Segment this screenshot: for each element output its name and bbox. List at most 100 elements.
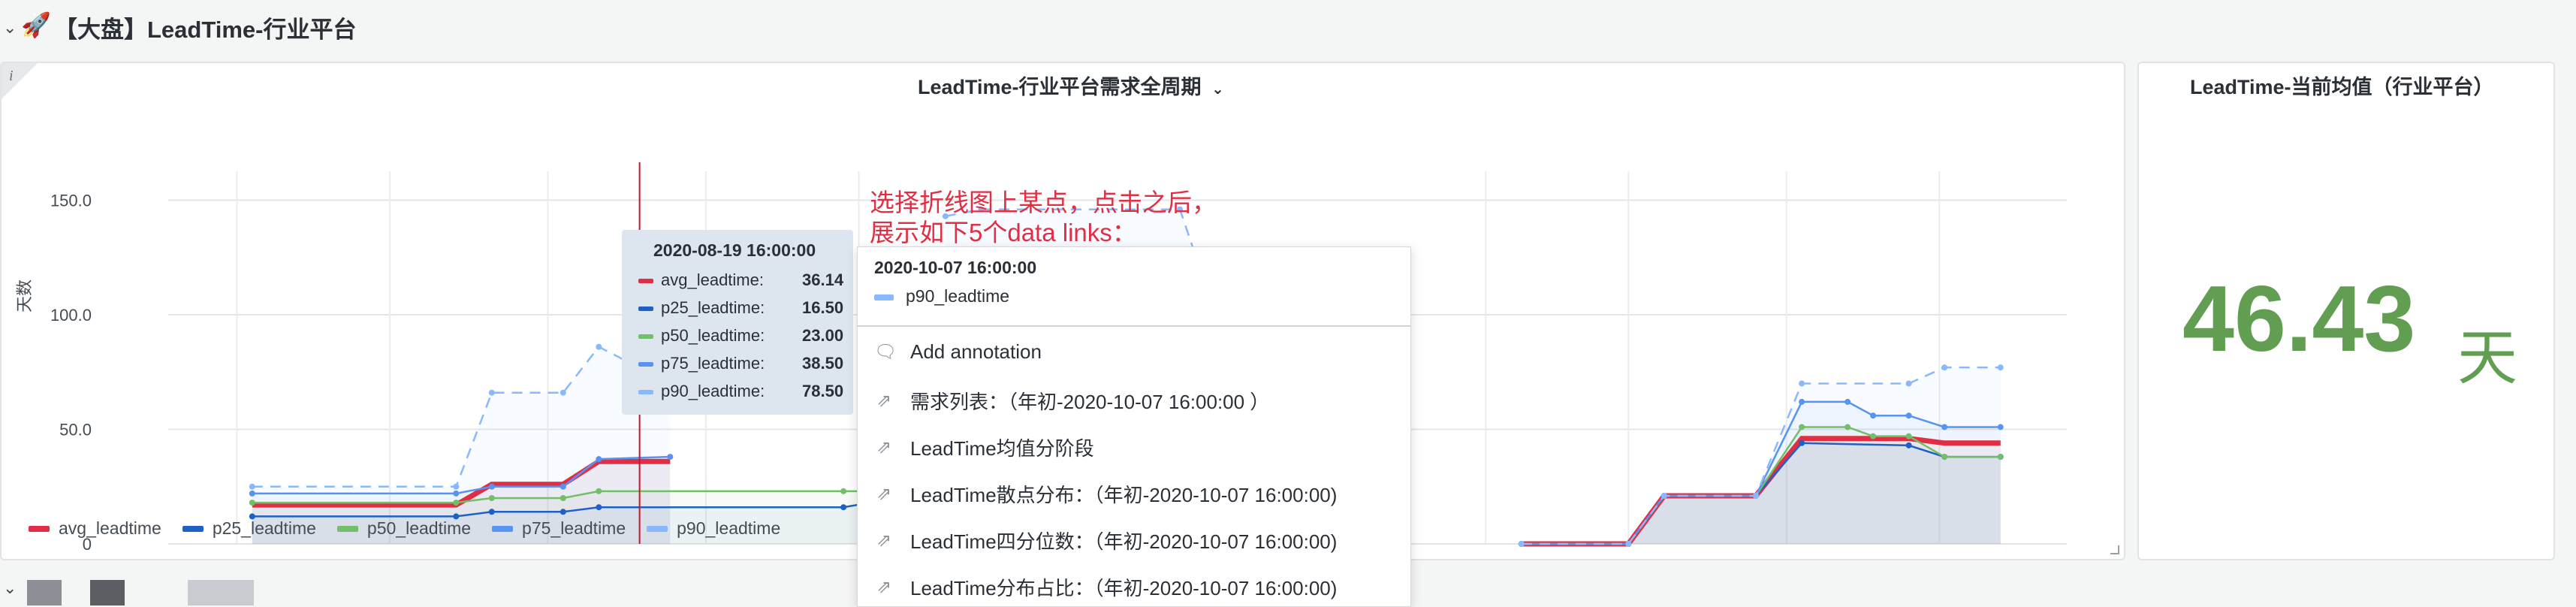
p25_leadtime-point bbox=[488, 509, 495, 515]
p75_leadtime-point bbox=[1845, 398, 1851, 405]
p90_leadtime-point bbox=[1799, 380, 1805, 387]
x-tick-label: 2020-09-01 bbox=[664, 556, 749, 559]
resize-handle[interactable] bbox=[2110, 545, 2119, 554]
legend-swatch bbox=[492, 525, 514, 532]
tooltip-series-name: avg_leadtime: bbox=[661, 270, 764, 289]
tooltip-swatch bbox=[638, 307, 653, 312]
data-link-item[interactable]: ⇗ 需求列表：（年初-2020-10-07 16:00:00 ） bbox=[874, 387, 1269, 415]
p50_leadtime-point bbox=[840, 488, 847, 494]
hover-tooltip: 2020-08-19 16:00:00 avg_leadtime: 36.14 p2… bbox=[622, 230, 853, 415]
menu-series-name: p90_leadtime bbox=[906, 286, 1010, 306]
tooltip-swatch bbox=[638, 390, 653, 395]
stat-panel: LeadTime-当前均值（行业平台） 46.43 天 bbox=[2137, 62, 2555, 560]
p25_leadtime-point bbox=[1799, 439, 1805, 446]
p75_leadtime-point bbox=[596, 456, 602, 463]
tooltip-value: 36.14 bbox=[802, 270, 844, 289]
tooltip-series-name: p90_leadtime: bbox=[661, 382, 765, 400]
p50_leadtime-point bbox=[488, 495, 495, 501]
p75_leadtime-point bbox=[1905, 412, 1912, 419]
redacted-block bbox=[27, 580, 62, 605]
tooltip-value: 16.50 bbox=[802, 298, 844, 317]
legend-item[interactable]: p75_leadtime bbox=[492, 518, 626, 539]
p50_leadtime-point bbox=[1941, 454, 1948, 461]
row-title[interactable]: 【大盘】LeadTime-行业平台 bbox=[54, 11, 356, 44]
p75_leadtime-point bbox=[1997, 424, 2004, 430]
p50_leadtime-point bbox=[560, 495, 566, 501]
legend-item[interactable]: p90_leadtime bbox=[647, 518, 780, 539]
x-tick-label: 2021-05-01 bbox=[1897, 556, 1982, 559]
y-axis-label: 天数 bbox=[15, 279, 34, 313]
tooltip-row: p25_leadtime: 16.50 bbox=[638, 298, 849, 318]
data-link-item[interactable]: ⇗ LeadTime散点分布：（年初-2020-10-07 16:00:00) bbox=[874, 480, 1337, 508]
tooltip-series-name: p25_leadtime: bbox=[661, 298, 765, 317]
y-tick-label: 100.0 bbox=[50, 306, 92, 325]
dashboard-row-header-2[interactable]: ⌄ bbox=[0, 572, 2576, 605]
legend-item[interactable]: p25_leadtime bbox=[182, 518, 316, 539]
menu-item-label: Add annotation bbox=[910, 340, 1042, 363]
p50_leadtime-point bbox=[1905, 433, 1912, 439]
tooltip-time: 2020-08-19 16:00:00 bbox=[653, 240, 816, 260]
p50_leadtime-point bbox=[453, 500, 460, 506]
x-tick-label: 2020-08-01 bbox=[505, 556, 590, 559]
tooltip-swatch bbox=[638, 279, 653, 284]
chevron-down-icon: ⌄ bbox=[1211, 81, 1224, 98]
tooltip-swatch bbox=[638, 334, 653, 340]
p75_leadtime-point bbox=[667, 454, 674, 461]
panel-info-corner[interactable] bbox=[2, 63, 38, 99]
p75_leadtime-point bbox=[488, 483, 495, 490]
p50_leadtime-point bbox=[1997, 454, 2004, 461]
legend-label: p25_leadtime bbox=[212, 518, 316, 538]
data-link-item[interactable]: ⇗ LeadTime四分位数：（年初-2020-10-07 16:00:00) bbox=[874, 527, 1337, 554]
p90_leadtime-point bbox=[596, 343, 602, 350]
data-links-menu: 2020-10-07 16:00:00 p90_leadtime 🗨 Add an… bbox=[857, 246, 1411, 607]
menu-item-label: LeadTime均值分阶段 bbox=[910, 437, 1094, 460]
tooltip-value: 78.50 bbox=[802, 382, 844, 400]
chevron-down-icon[interactable]: ⌄ bbox=[3, 18, 17, 38]
tooltip-row: p50_leadtime: 23.00 bbox=[638, 326, 849, 346]
chart-legend: avg_leadtime p25_leadtime p50_leadtime p75_… bbox=[29, 518, 780, 539]
p75_leadtime-point bbox=[560, 483, 566, 490]
comment-icon: 🗨 bbox=[874, 341, 897, 362]
stat-value: 46.43 bbox=[2182, 267, 2416, 371]
annotation-line-1: 选择折线图上某点，点击之后， bbox=[870, 189, 1217, 216]
dashboard-row-header[interactable]: ⌄ 🚀 【大盘】LeadTime-行业平台 bbox=[0, 0, 2576, 54]
legend-item[interactable]: avg_leadtime bbox=[29, 518, 161, 539]
redacted-block bbox=[188, 580, 254, 605]
x-tick-label: 2020-07-01 bbox=[348, 556, 433, 559]
series-swatch bbox=[874, 294, 894, 300]
tooltip-value: 38.50 bbox=[802, 354, 844, 373]
stat-panel-title[interactable]: LeadTime-当前均值（行业平台） bbox=[2190, 71, 2494, 100]
tooltip-series-name: p75_leadtime: bbox=[661, 354, 765, 373]
info-icon[interactable]: i bbox=[9, 68, 14, 85]
add-annotation-item[interactable]: 🗨 Add annotation bbox=[874, 340, 1042, 364]
chevron-down-icon[interactable]: ⌄ bbox=[3, 578, 17, 598]
legend-item[interactable]: p50_leadtime bbox=[336, 518, 472, 539]
panel-title[interactable]: LeadTime-行业平台需求全周期 ⌄ bbox=[918, 71, 1224, 100]
external-link-icon: ⇗ bbox=[876, 436, 892, 458]
legend-swatch bbox=[336, 525, 358, 532]
p90_leadtime-point bbox=[560, 389, 566, 396]
p50_leadtime-point bbox=[249, 500, 255, 506]
p50_leadtime-point bbox=[596, 488, 602, 494]
y-tick-label: 50.0 bbox=[59, 421, 92, 439]
rocket-icon: 🚀 bbox=[21, 11, 51, 38]
menu-item-label: LeadTime四分位数：（年初-2020-10-07 16:00:00) bbox=[910, 530, 1338, 553]
data-link-item[interactable]: ⇗ LeadTime均值分阶段 bbox=[874, 433, 1094, 461]
x-tick-label: 2020-06-01 bbox=[195, 556, 279, 559]
p90_leadtime-point bbox=[1661, 492, 1667, 499]
menu-item-label: 需求列表：（年初-2020-10-07 16:00:00 ） bbox=[910, 391, 1270, 413]
menu-item-label: LeadTime散点分布：（年初-2020-10-07 16:00:00) bbox=[910, 484, 1338, 506]
p90_leadtime-point bbox=[488, 389, 495, 396]
p75_leadtime-point bbox=[1941, 424, 1948, 430]
tooltip-row: p90_leadtime: 78.50 bbox=[638, 382, 849, 401]
p50_leadtime-point bbox=[1799, 424, 1805, 430]
p25_leadtime-point bbox=[560, 509, 566, 515]
p90_leadtime-area bbox=[252, 346, 671, 544]
legend-swatch bbox=[182, 525, 204, 532]
p75_leadtime-point bbox=[453, 490, 460, 497]
p50_leadtime-point bbox=[1870, 433, 1877, 439]
legend-label: p50_leadtime bbox=[366, 518, 472, 538]
p50_leadtime-point bbox=[1845, 424, 1851, 430]
tooltip-row: p75_leadtime: 38.50 bbox=[638, 354, 849, 373]
menu-divider bbox=[858, 325, 1410, 327]
